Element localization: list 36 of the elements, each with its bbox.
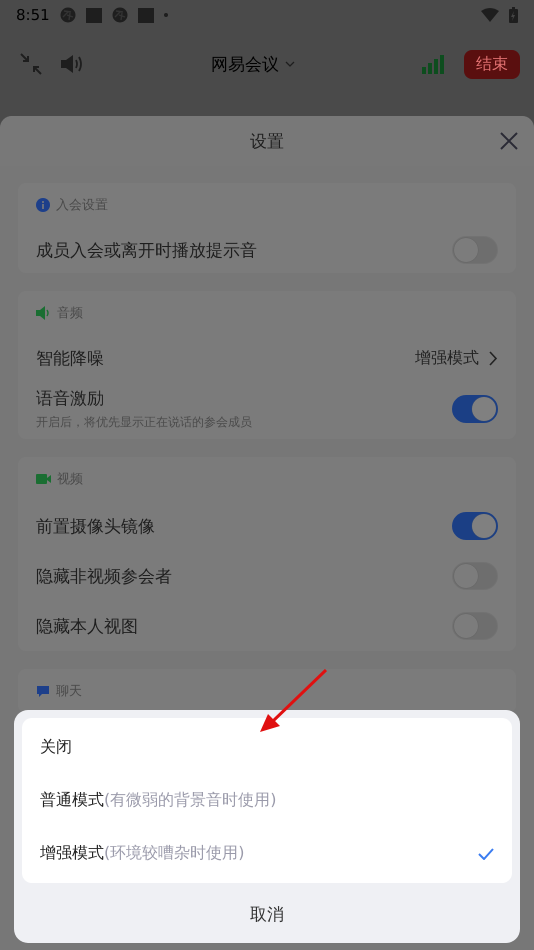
chat-icon — [36, 684, 50, 698]
chevron-icon — [489, 350, 498, 366]
square-icon — [86, 8, 102, 22]
camera-icon — [36, 473, 51, 485]
option-item[interactable]: 关闭 — [22, 721, 512, 774]
setting-label: 前置摄像头镜像 — [36, 516, 156, 538]
aperture-icon — [112, 5, 128, 25]
info-icon — [36, 198, 50, 212]
setting-label: 成员入会或离开时播放提示音 — [36, 240, 258, 262]
battery-icon — [509, 7, 518, 23]
panel-title: 设置 — [250, 130, 284, 152]
setting-label: 智能降噪 — [36, 348, 105, 370]
clock: 8:51 — [16, 6, 50, 24]
signal-icon — [422, 54, 446, 74]
setting-label: 隐藏本人视图 — [36, 616, 139, 638]
speaker-icon[interactable] — [60, 54, 84, 74]
cancel-button[interactable]: 取消 — [240, 883, 294, 945]
toggle-switch[interactable] — [452, 395, 498, 423]
caret-icon[interactable] — [285, 61, 295, 67]
minimize-icon[interactable] — [20, 53, 42, 75]
toggle-switch[interactable] — [452, 512, 498, 540]
speaker-icon — [36, 306, 51, 320]
square-icon — [138, 8, 154, 22]
setting-label: 隐藏非视频参会者 — [36, 566, 173, 588]
option-item[interactable]: 增强模式(环境较嘈杂时使用) — [22, 827, 512, 880]
option-hint: (环境较嘈杂时使用) — [104, 843, 244, 864]
close-icon[interactable] — [500, 132, 518, 150]
aperture-icon — [60, 5, 76, 25]
check-icon — [478, 848, 494, 860]
end-button[interactable]: 结束 — [464, 50, 520, 78]
option-item[interactable]: 普通模式(有微弱的背景音时使用) — [22, 774, 512, 827]
dot-icon — [164, 13, 168, 17]
setting-label: 语音激励 — [36, 388, 105, 410]
option-hint: (有微弱的背景音时使用) — [104, 790, 276, 811]
wifi-icon — [481, 8, 499, 22]
value-selector[interactable]: 增强模式 — [415, 348, 498, 368]
